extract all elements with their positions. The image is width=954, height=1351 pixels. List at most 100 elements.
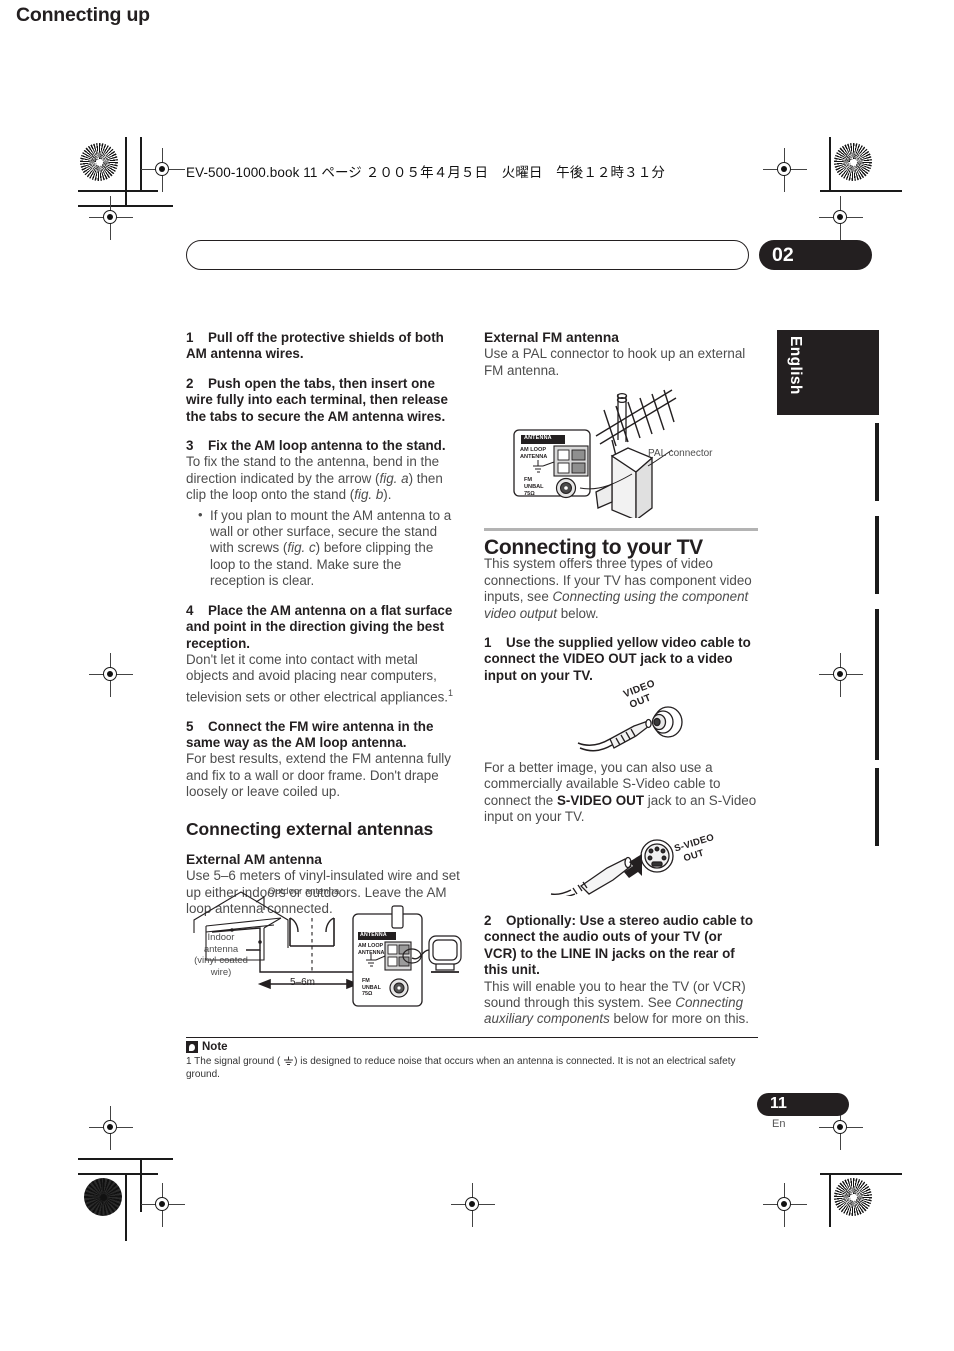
subheading-external-fm-antenna: External FM antenna bbox=[484, 330, 619, 345]
step-3-body-part3: ). bbox=[383, 487, 392, 503]
step-3-text: Fix the AM loop antenna to the stand. bbox=[208, 438, 446, 454]
step-3-fig-c: fig. c bbox=[287, 540, 316, 556]
tv-intro-part2: below. bbox=[556, 605, 599, 621]
figure-am-panel-fm-3: 75Ω bbox=[362, 991, 373, 997]
figure-fm-callout-pal-connector: PAL connector bbox=[648, 448, 713, 459]
step-3-body: To fix the stand to the antenna, bend in… bbox=[186, 454, 460, 503]
tv-step-2-number: 2 bbox=[484, 913, 492, 928]
figure-fm-panel-fm-2: UNBAL bbox=[524, 483, 544, 490]
figure-am-panel-am-labels: AM LOOP ANTENNA bbox=[358, 943, 384, 957]
tv-step2-section: 2 Optionally: Use a stereo audio cable to… bbox=[484, 913, 758, 1028]
bleed-rule-4 bbox=[875, 682, 879, 760]
figure-am-label-distance: 5–6m bbox=[290, 977, 316, 988]
registration-mark-right-mid bbox=[819, 653, 863, 697]
page-number-badge: 11 bbox=[757, 1093, 849, 1116]
figure-svideo-out-cable: S-VIDEO OUT bbox=[545, 830, 720, 899]
note-title: Note bbox=[202, 1041, 228, 1053]
note-header: Note bbox=[186, 1041, 758, 1053]
registration-mark-right-lower bbox=[819, 1106, 863, 1150]
bleed-rule-1 bbox=[875, 423, 879, 501]
registration-starburst-tl bbox=[80, 143, 118, 181]
page-title: Connecting up bbox=[16, 4, 150, 26]
page-number: 11 bbox=[770, 1095, 787, 1112]
figure-am-label-outdoor: Outdoor antenna bbox=[268, 886, 340, 897]
step-2-text: Push open the tabs, then insert one wire… bbox=[186, 375, 448, 424]
step-5-number: 5 bbox=[186, 718, 194, 734]
crop-mark-br-h bbox=[820, 1173, 902, 1175]
step-5-body: For best results, extend the FM antenna … bbox=[186, 751, 451, 800]
language-tab-label: English bbox=[787, 336, 804, 395]
tv-step-2-text: Optionally: Use a stereo audio cable to … bbox=[484, 913, 754, 978]
step-4-body: Don't let it come into contact with meta… bbox=[186, 652, 460, 706]
tv-step-1-heading: 1 Use the supplied yellow video cable to … bbox=[484, 635, 758, 684]
note-text: 1 The signal ground ( ) is designed to r… bbox=[186, 1055, 758, 1081]
figure-am-indoor-1: Indoor bbox=[207, 932, 235, 943]
section-heading-connecting-to-tv: Connecting to your TV bbox=[484, 536, 703, 559]
registration-starburst-tr bbox=[834, 143, 872, 181]
bleed-rule-2 bbox=[875, 516, 879, 594]
step-4-heading: 4 Place the AM antenna on a flat surface … bbox=[186, 603, 460, 652]
figure-am-panel-am-2: ANTENNA bbox=[358, 950, 385, 956]
svideo-section: For a better image, you can also use a c… bbox=[484, 760, 758, 826]
figure-am-indoor-2: antenna bbox=[203, 943, 239, 955]
registration-mark-right-upper bbox=[819, 196, 863, 240]
crop-mark-tr-v bbox=[829, 137, 831, 191]
crop-mark-bl-h bbox=[78, 1158, 173, 1160]
step-2-number: 2 bbox=[186, 375, 194, 391]
crop-mark-tl-v2 bbox=[140, 137, 142, 191]
crop-mark-br-v bbox=[829, 1173, 831, 1227]
figure-fm-panel-am-1: AM LOOP bbox=[520, 447, 547, 453]
registration-mark-center-bottom bbox=[451, 1183, 495, 1227]
svideo-body: For a better image, you can also use a c… bbox=[484, 760, 758, 826]
external-fm-body: Use a PAL connector to hook up an extern… bbox=[484, 346, 746, 378]
step-5-text: Connect the FM wire antenna in the same … bbox=[186, 718, 434, 750]
note-block: Note 1 The signal ground ( ) is designed… bbox=[186, 1037, 758, 1081]
tv-step-2-body: This will enable you to hear the TV (or … bbox=[484, 979, 758, 1028]
registration-starburst-br bbox=[834, 1178, 872, 1216]
section-heading-external-antennas: Connecting external antennas bbox=[186, 818, 434, 839]
language-tab: English bbox=[777, 330, 879, 415]
right-column: External FM antenna Use a PAL connector … bbox=[484, 330, 758, 379]
figure-external-fm-antenna: ANTENNA AM LOOP ANTENNA FM UNBAL 75Ω PAL… bbox=[500, 378, 750, 522]
note-divider bbox=[186, 1037, 758, 1038]
note-text-part1: The signal ground ( bbox=[191, 1056, 284, 1067]
tv-section: Connecting to your TV This system offers… bbox=[484, 528, 758, 684]
crop-mark-tr-h bbox=[820, 190, 902, 192]
tv-step-2-body-part2: below for more on this. bbox=[609, 1011, 749, 1027]
step-4-body-text: Don't let it come into contact with meta… bbox=[186, 651, 448, 705]
step-3-fig-a: fig. a bbox=[379, 470, 409, 486]
step-5-heading: 5 Connect the FM wire antenna in the same… bbox=[186, 719, 460, 752]
book-file-header: EV-500-1000.book 11 ページ ２００５年４月５日 火曜日 午後… bbox=[186, 165, 665, 180]
page-language-code: En bbox=[772, 1118, 786, 1130]
crop-mark-tl-h2 bbox=[78, 205, 173, 207]
bleed-rule-5 bbox=[875, 768, 879, 846]
step-3-number: 3 bbox=[186, 438, 194, 454]
figure-am-panel-am-1: AM LOOP bbox=[358, 943, 384, 949]
step-1-number: 1 bbox=[186, 330, 194, 345]
tv-step-1-text: Use the supplied yellow video cable to c… bbox=[484, 635, 751, 683]
registration-mark-tl bbox=[141, 148, 185, 192]
list-item: If you plan to mount the AM antenna to a… bbox=[198, 507, 460, 590]
step-3-fig-b: fig. b bbox=[354, 487, 384, 503]
crop-mark-bl-v bbox=[125, 1173, 127, 1241]
figure-fm-panel-fm-3: 75Ω bbox=[524, 490, 535, 497]
registration-mark-bl bbox=[141, 1183, 185, 1227]
tv-intro-body: This system offers three types of video … bbox=[484, 556, 758, 622]
step-3-bullet-list: If you plan to mount the AM antenna to a… bbox=[186, 507, 460, 590]
tv-step-1-number: 1 bbox=[484, 635, 492, 651]
step-3-heading: 3 Fix the AM loop antenna to the stand. bbox=[186, 438, 460, 454]
chapter-banner bbox=[186, 240, 749, 270]
figure-video-out-cable: VIDEO OUT bbox=[552, 678, 712, 752]
step-1-heading: 1 Pull off the protective shields of both… bbox=[186, 330, 460, 363]
bleed-rule-3 bbox=[875, 609, 879, 687]
note-icon bbox=[186, 1041, 198, 1053]
registration-mark-br bbox=[763, 1183, 807, 1227]
step-4-text: Place the AM antenna on a flat surface a… bbox=[186, 602, 453, 651]
figure-am-panel-title: ANTENNA bbox=[360, 932, 387, 938]
chapter-number-badge: 02 bbox=[759, 240, 872, 270]
registration-mark-tr bbox=[763, 148, 807, 192]
figure-am-indoor-3: (vinyl-coated bbox=[194, 955, 248, 966]
figure-fm-panel-fm-labels: FM UNBAL 75Ω bbox=[524, 477, 544, 497]
figure-fm-panel-am-2: ANTENNA bbox=[520, 454, 548, 461]
left-column: 1 Pull off the protective shields of both… bbox=[186, 330, 460, 918]
